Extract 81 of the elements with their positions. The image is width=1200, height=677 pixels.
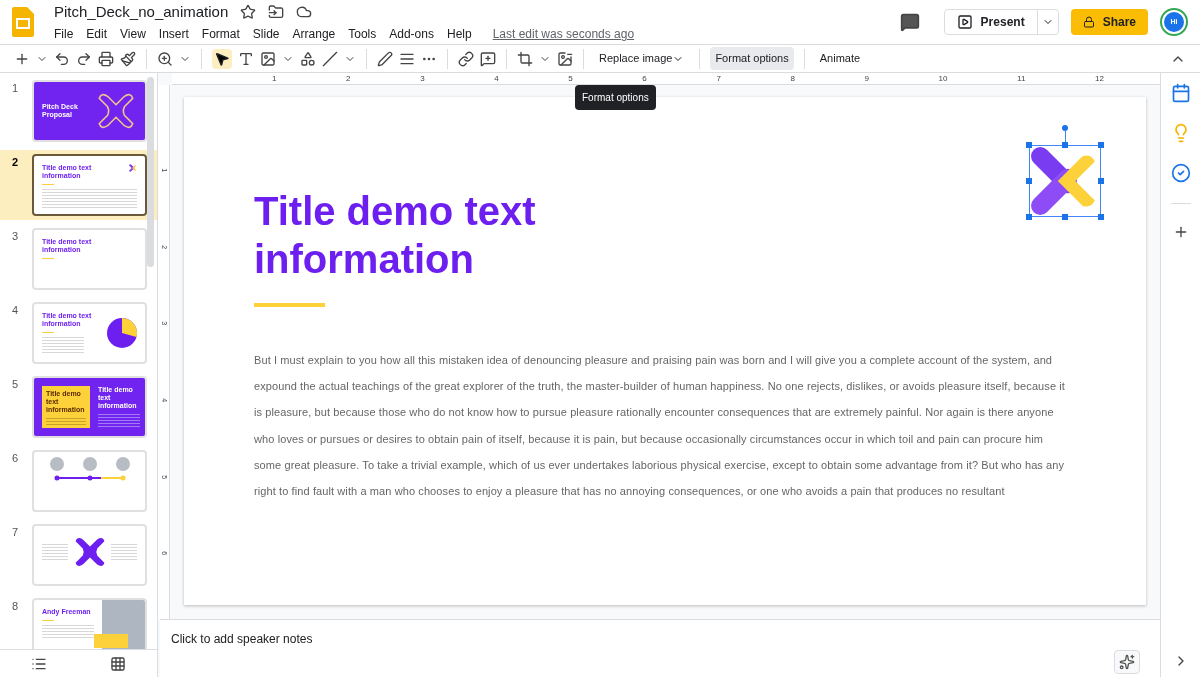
ruler-number: 4 [494, 72, 499, 85]
horizontal-ruler[interactable]: 1 2 3 4 5 6 7 8 9 10 11 12 [172, 73, 1160, 85]
ruler-number: 3 [420, 72, 425, 85]
toolbar-button[interactable]: Replace image [594, 47, 690, 70]
toolbar-button[interactable]: Animate [814, 47, 866, 70]
slide-number: 3 [12, 229, 20, 244]
menu-item[interactable]: Format [201, 25, 240, 44]
toolbar-button[interactable]: Format options [710, 47, 794, 70]
document-title[interactable]: Pitch_Deck_no_animation [54, 0, 229, 24]
slide-thumbnail[interactable] [32, 524, 147, 586]
ruler-number: 11 [1017, 72, 1026, 85]
ruler-number: 9 [864, 72, 869, 85]
ruler-number: 5 [568, 72, 573, 85]
ruler-number: 1 [272, 72, 277, 85]
slide-number: 7 [12, 525, 20, 540]
reset-image-icon[interactable] [557, 50, 573, 67]
add-comment-icon[interactable] [480, 50, 496, 67]
link-icon[interactable] [458, 50, 474, 67]
share-button[interactable]: Share [1070, 9, 1148, 35]
slide-number: 4 [12, 303, 20, 318]
resize-handle[interactable] [1098, 178, 1104, 184]
shapes-icon[interactable] [300, 50, 316, 67]
logo-icon [129, 164, 137, 172]
select-tool[interactable] [212, 48, 232, 69]
menu-item[interactable]: Help [446, 25, 472, 44]
speaker-notes-field[interactable]: Click to add speaker notes [171, 630, 571, 648]
menu-item[interactable]: View [120, 25, 146, 44]
text-box-icon[interactable] [238, 50, 254, 67]
cloud-icon[interactable] [296, 4, 313, 20]
ruler-number: 8 [790, 72, 795, 85]
print-icon[interactable] [98, 50, 114, 67]
zoom-icon[interactable] [157, 50, 173, 67]
menu-item[interactable]: Edit [86, 25, 108, 44]
slide-title[interactable]: Title demo text information [254, 187, 614, 283]
menu-item[interactable]: File [54, 25, 74, 44]
undo-icon[interactable] [54, 50, 70, 67]
play-icon [956, 14, 973, 30]
pie-chart-icon [107, 317, 137, 348]
star-icon[interactable] [240, 4, 257, 20]
line-icon[interactable] [322, 50, 338, 67]
explore-button[interactable] [1114, 650, 1140, 674]
slide-body-text[interactable]: But I must explain to you how all this mistaken idea of denouncing pleasure and praising pain was born and I will give you a complete account of the system, and expound the actual teachings of the great explorer of the truth, the master-builder of human happiness. No one rejects, dislikes, or avoids pleasure itself, because it is pleasure, but because those who do not know how to pursue pleasure rationally encounter consequences that are extremely painful. Nor again is there anyone who loves or pursues or desires to obtain pain of itself, because it is pain, but because occasionally circumstances occur in which toil and pain can procure him some great pleasure. To take a trivial example, which of us ever undertakes laborious physical exercise, except to obtain some advantage from it? But who has any right to find fault with a man who chooses to enjoy a pleasure that has no annoying consequences, or one who avoids a pain that produces no resultant [254, 347, 1066, 505]
paint-format-icon[interactable] [120, 50, 136, 67]
resize-handle[interactable] [1098, 214, 1104, 220]
pen-icon[interactable] [377, 50, 393, 67]
lock-icon [1082, 16, 1095, 28]
ruler-number: 10 [938, 72, 948, 85]
slide-thumbnail-row[interactable]: 7 [0, 520, 157, 590]
slide-number: 2 [12, 155, 20, 170]
crop-icon[interactable] [517, 50, 533, 67]
resize-handle[interactable] [1062, 214, 1068, 220]
grid-view-icon[interactable] [109, 655, 126, 672]
scrollbar[interactable] [147, 77, 154, 267]
last-edit-link[interactable]: Last edit was seconds ago [492, 25, 635, 44]
resize-handle[interactable] [1026, 178, 1032, 184]
tooltip: Format options [575, 85, 656, 110]
image-icon[interactable] [260, 50, 276, 67]
slide-number: 5 [12, 377, 20, 392]
redo-icon[interactable] [76, 50, 92, 67]
menu-item[interactable]: Insert [158, 25, 189, 44]
ruler-number: 2 [346, 72, 351, 85]
comment-icon[interactable] [899, 12, 920, 32]
resize-handle[interactable] [1026, 142, 1032, 148]
slide-number: 6 [12, 451, 20, 466]
resize-handle[interactable] [1062, 142, 1068, 148]
tasks-icon[interactable] [1170, 163, 1191, 183]
menu-item[interactable]: Arrange [292, 25, 336, 44]
folder-icon[interactable] [268, 4, 285, 20]
slide-number: 8 [12, 599, 20, 614]
slide-thumbnail[interactable] [32, 450, 147, 512]
slide-number: 1 [12, 81, 20, 96]
calendar-icon[interactable] [1170, 83, 1191, 103]
menu-item[interactable]: Tools [348, 25, 377, 44]
ruler-number: 7 [716, 72, 721, 85]
slide-thumbnail-row[interactable]: 6 [0, 446, 157, 516]
menu-item[interactable]: Slide [252, 25, 280, 44]
resize-handle[interactable] [1026, 214, 1032, 220]
menu-item[interactable]: Add-ons [389, 25, 434, 44]
ruler-number: 6 [642, 72, 647, 85]
ruler-number: 12 [1095, 72, 1104, 85]
resize-handle[interactable] [1098, 142, 1104, 148]
